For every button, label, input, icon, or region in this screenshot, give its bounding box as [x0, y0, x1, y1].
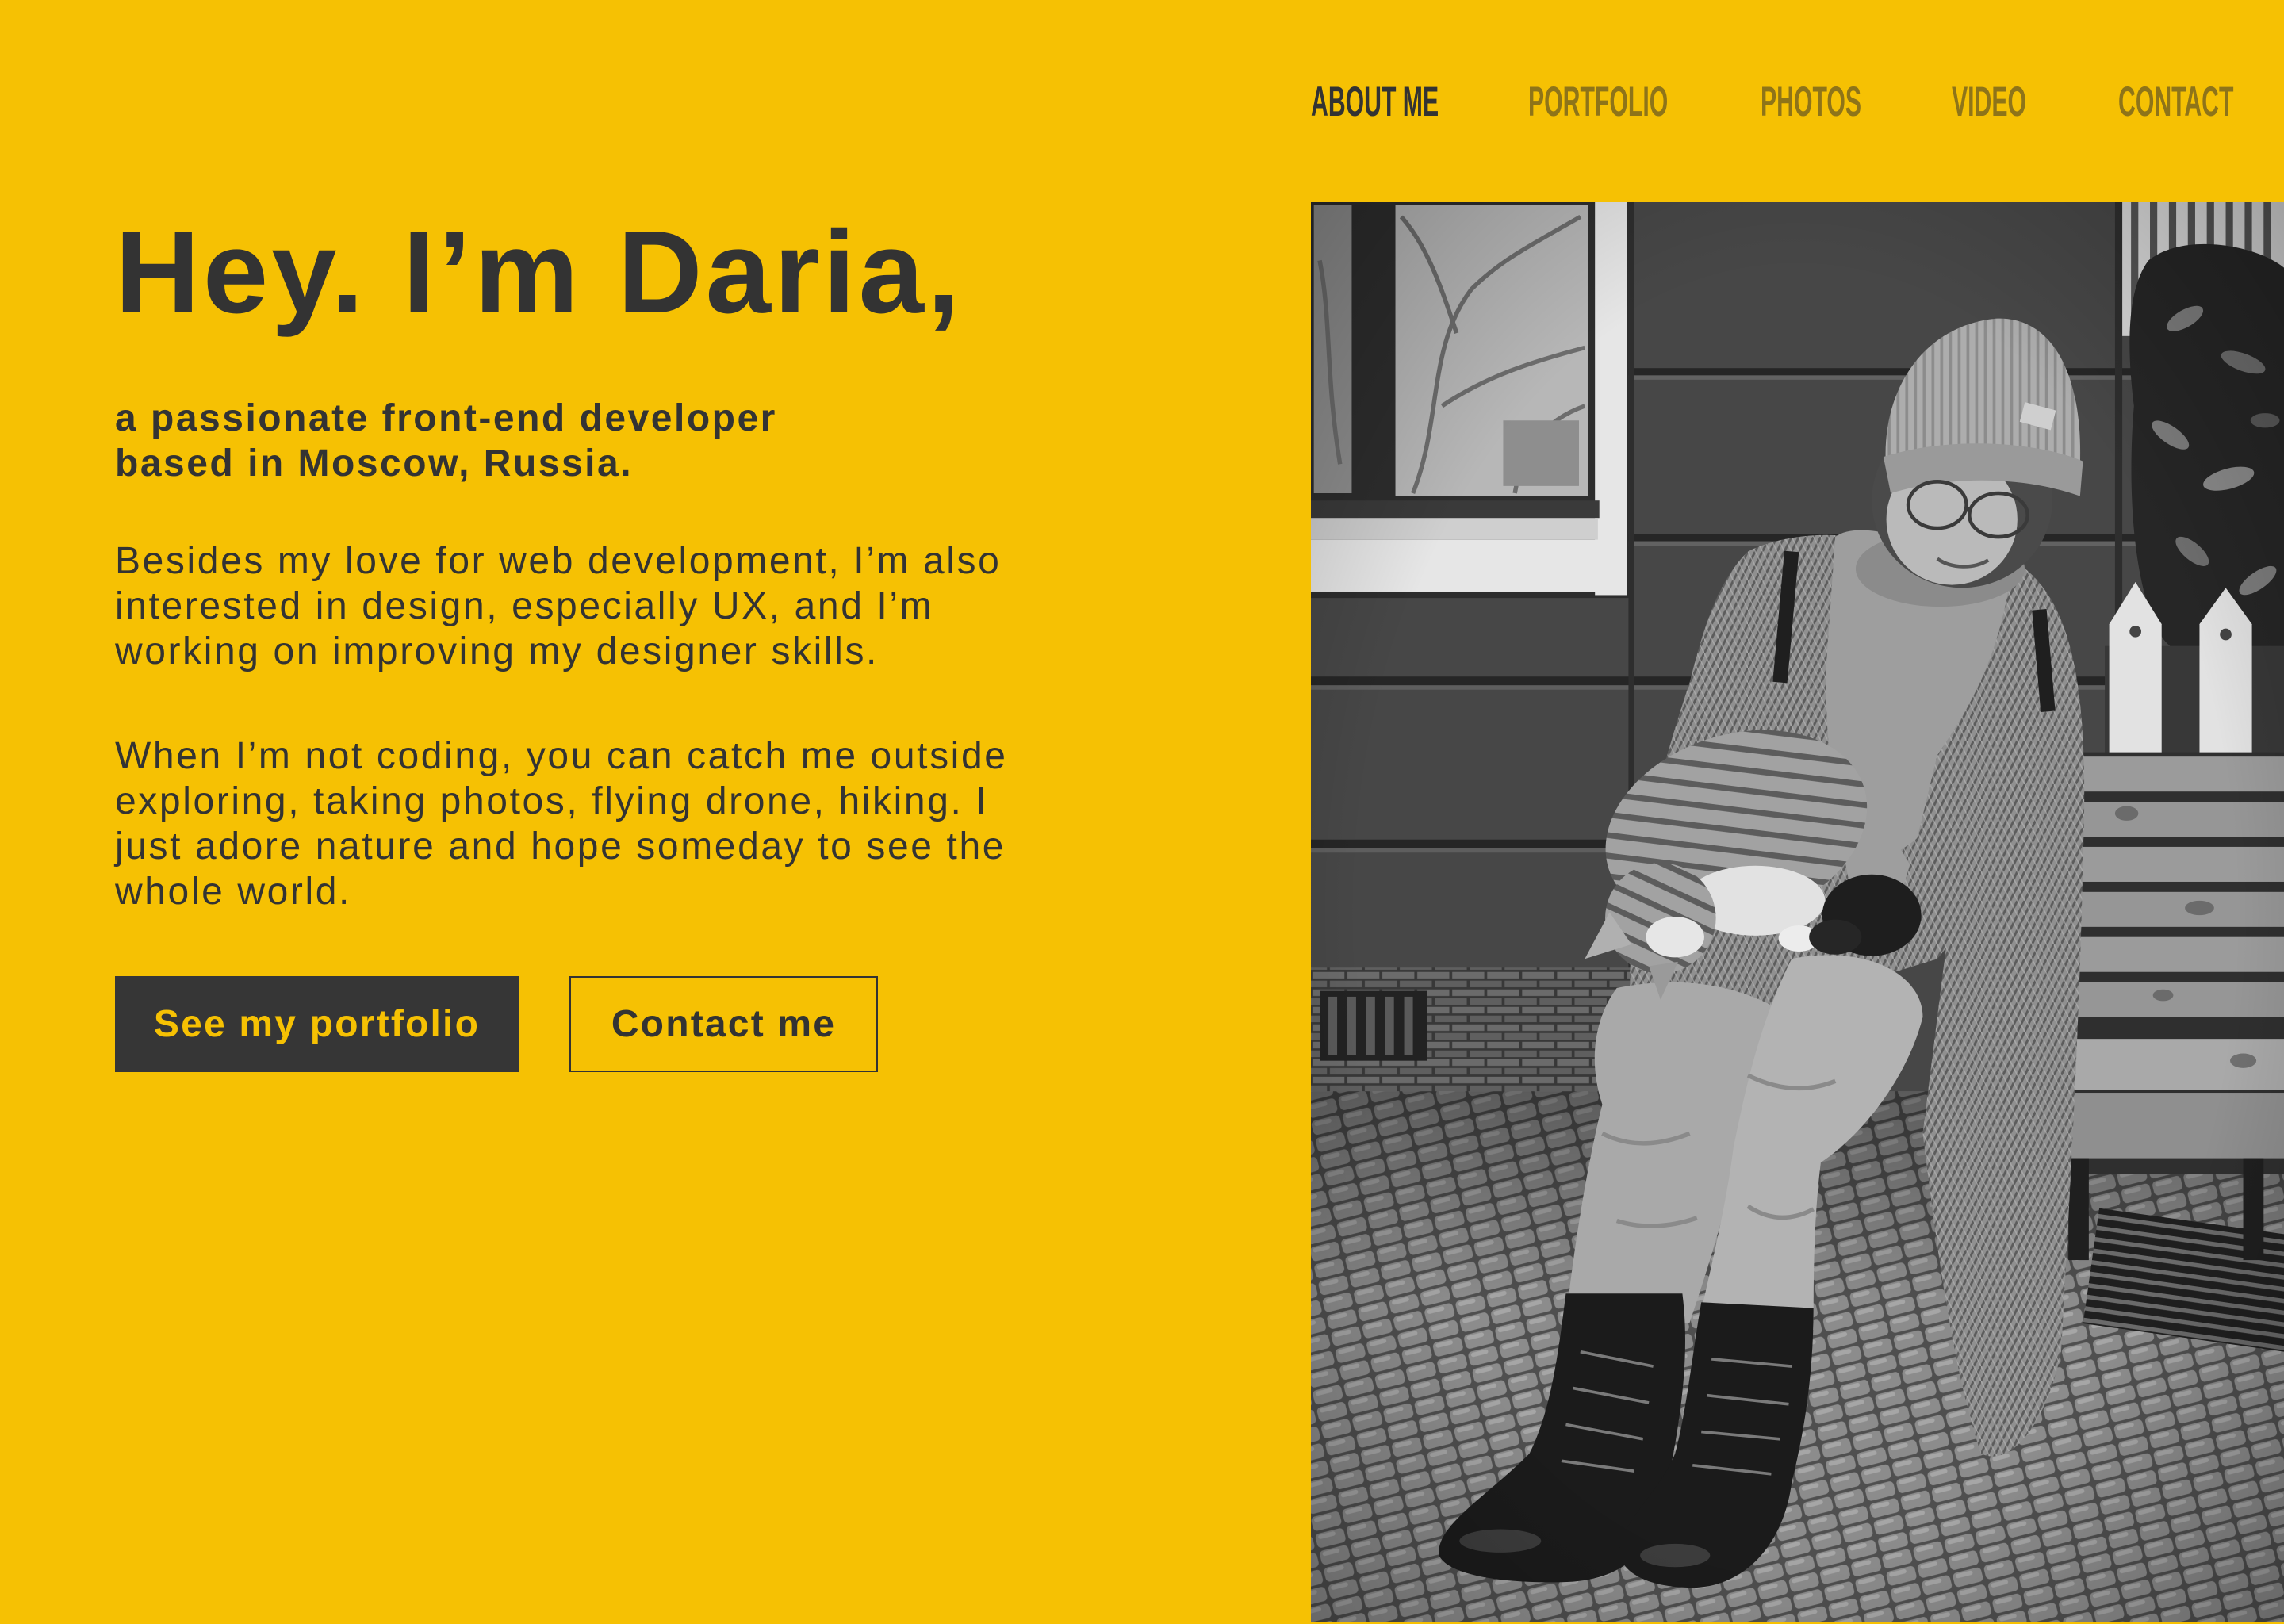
hero-subtitle: a passionate front-end developer based i…	[115, 396, 777, 486]
intro-paragraph-hobbies: When I’m not coding, you can catch me ou…	[115, 733, 1008, 914]
profile-photo	[1311, 202, 2284, 1622]
nav-about-me[interactable]: ABOUT ME	[1311, 81, 1439, 123]
nav-contact[interactable]: CONTACT	[2118, 81, 2233, 123]
profile-photo-image	[1311, 202, 2284, 1622]
paragraph-line: exploring, taking photos, flying drone, …	[115, 780, 989, 822]
hero-title: Hey. I’m Daria,	[115, 207, 964, 338]
paragraph-line: whole world.	[115, 871, 351, 913]
photo-vignette	[1311, 202, 2284, 1622]
nav-photos[interactable]: PHOTOS	[1761, 81, 1861, 123]
nav-video[interactable]: VIDEO	[1952, 81, 2026, 123]
paragraph-line: When I’m not coding, you can catch me ou…	[115, 735, 1008, 777]
intro-paragraph-design: Besides my love for web development, I’m…	[115, 538, 1001, 674]
paragraph-line: interested in design, especially UX, and…	[115, 585, 934, 627]
paragraph-line: Besides my love for web development, I’m…	[115, 540, 1002, 582]
contact-me-button[interactable]: Contact me	[569, 976, 878, 1072]
hero-subtitle-line: based in Moscow, Russia.	[115, 442, 634, 485]
hero-subtitle-line: a passionate front-end developer	[115, 397, 777, 439]
see-portfolio-button[interactable]: See my portfolio	[115, 976, 519, 1072]
paragraph-line: just adore nature and hope someday to se…	[115, 825, 1006, 868]
nav-portfolio[interactable]: PORTFOLIO	[1528, 81, 1668, 123]
paragraph-line: working on improving my designer skills.	[115, 630, 879, 672]
